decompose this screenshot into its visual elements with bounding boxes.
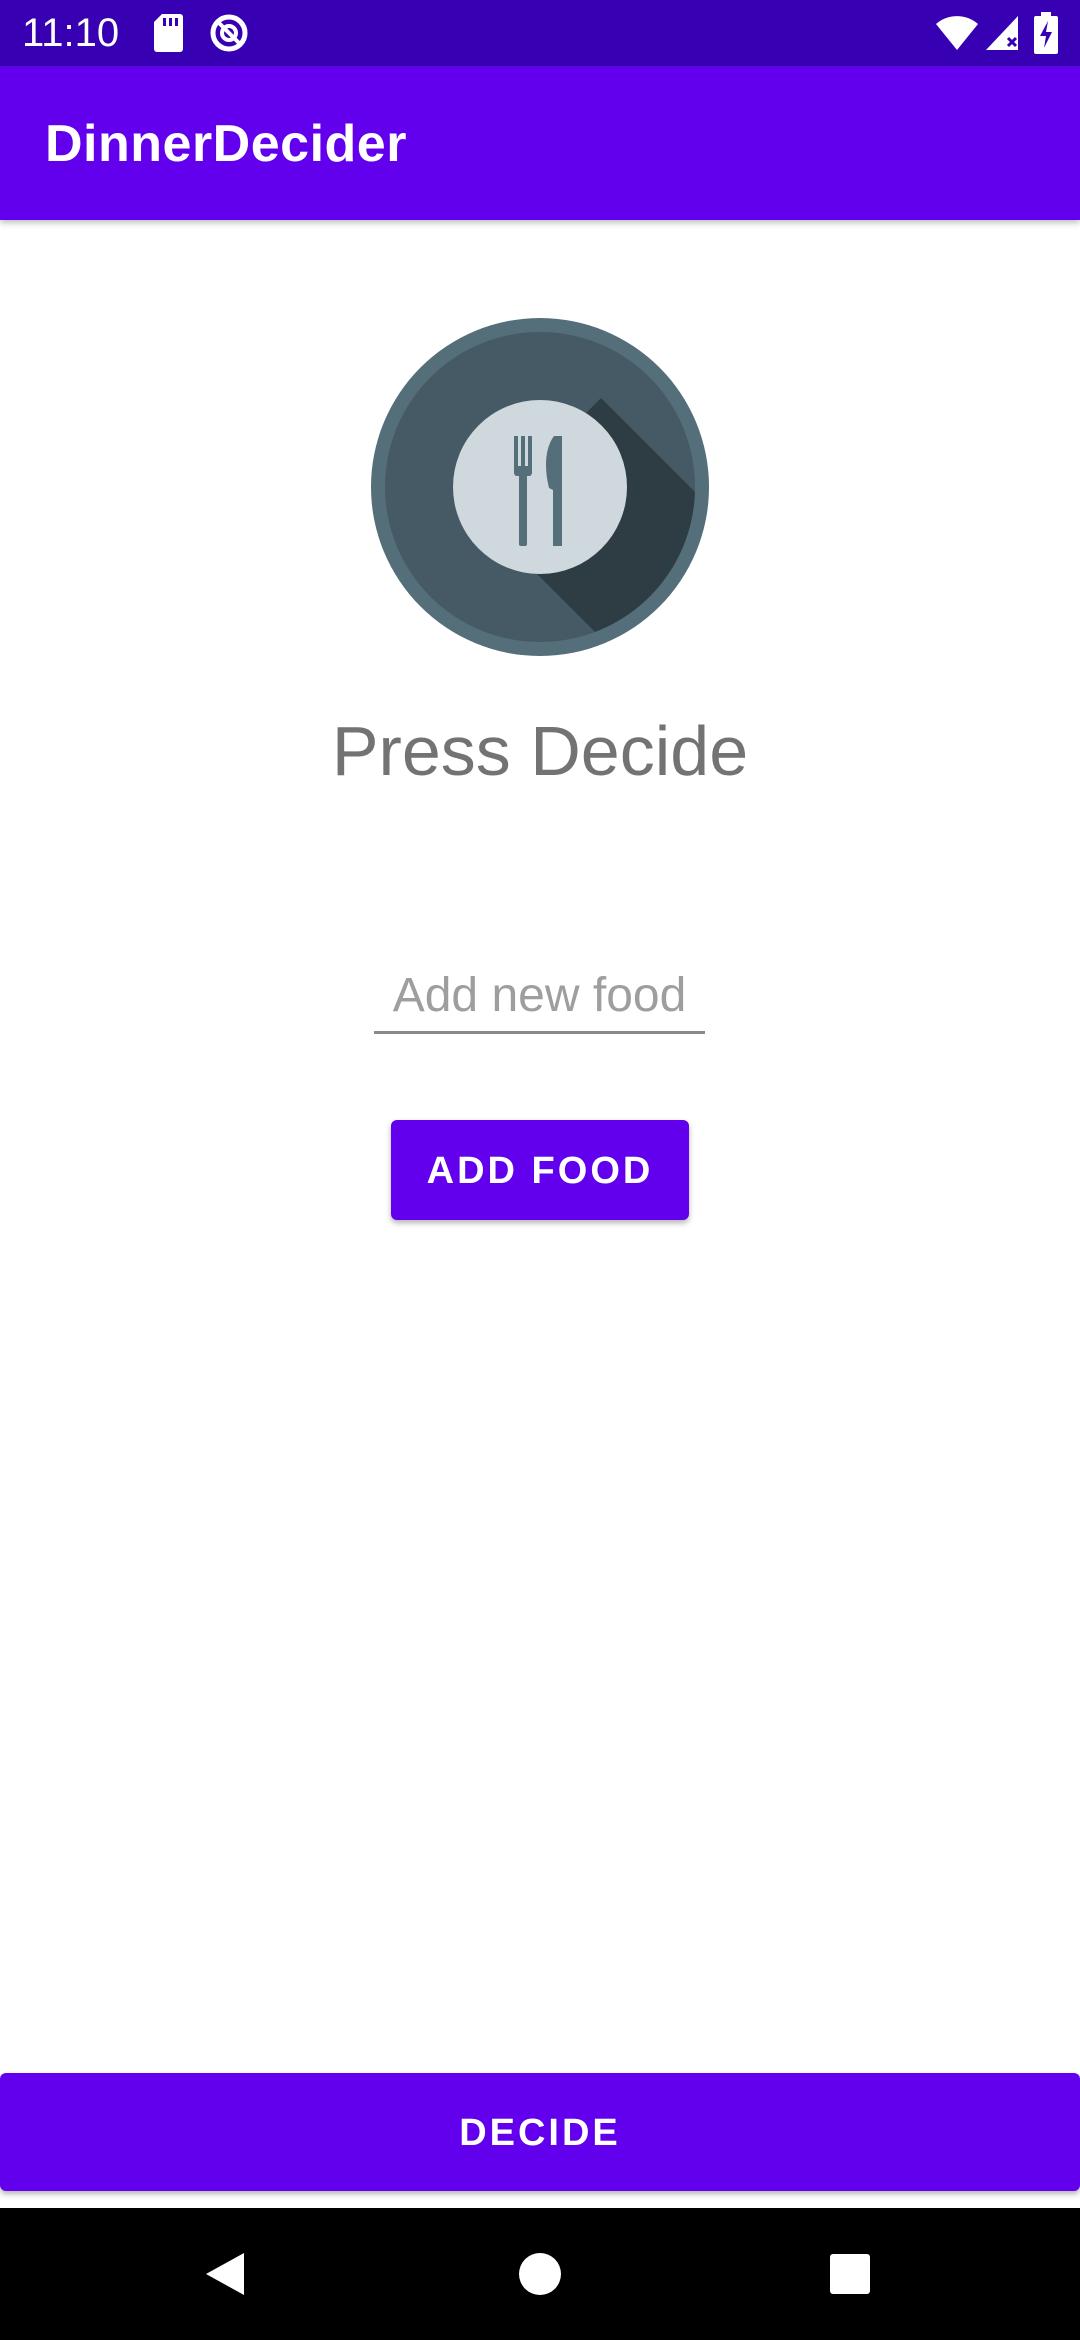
wifi-icon [936, 16, 978, 50]
decide-button[interactable]: DECIDE [0, 2073, 1080, 2191]
status-time: 11:10 [22, 11, 120, 55]
recents-button[interactable] [780, 2208, 920, 2340]
home-button[interactable] [470, 2208, 610, 2340]
result-text: Press Decide [331, 712, 749, 790]
cell-signal-icon [986, 16, 1018, 50]
home-icon [519, 2253, 561, 2295]
navigation-bar [0, 2208, 1080, 2340]
screen: 11:10 DinnerDecider Press Decide Add new… [0, 0, 1080, 2340]
app-bar: DinnerDecider [0, 66, 1080, 220]
status-bar: 11:10 [0, 0, 1080, 66]
plate-fork-knife-icon [371, 318, 709, 656]
add-food-button[interactable]: ADD FOOD [391, 1120, 689, 1220]
recents-icon [830, 2254, 870, 2294]
sd-card-icon [154, 14, 183, 52]
back-button[interactable] [155, 2208, 295, 2340]
app-title: DinnerDecider [45, 115, 407, 173]
add-food-input[interactable] [374, 960, 705, 1034]
battery-charging-icon [1034, 12, 1058, 54]
back-icon [206, 2253, 244, 2295]
data-saver-icon [210, 14, 248, 52]
